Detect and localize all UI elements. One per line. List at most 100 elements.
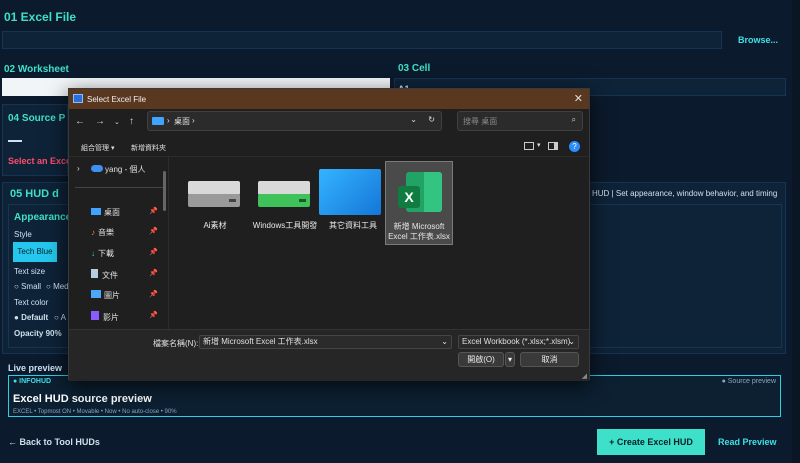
refresh-icon[interactable]: ↻ (428, 115, 435, 124)
filename-input[interactable]: 新增 Microsoft Excel 工作表.xlsx ⌄ (199, 335, 452, 349)
nav-item-label: 文件 (102, 271, 118, 280)
view-options-icon[interactable] (524, 142, 534, 150)
pin-icon: 📌 (149, 291, 158, 298)
style-tech-blue-button[interactable]: Tech Blue (13, 242, 57, 262)
file-item-label: Windows工具開發 (252, 221, 318, 230)
breadcrumb-separator-icon: › (192, 116, 195, 125)
hud-hint: HUD | Set appearance, window behavior, a… (592, 189, 778, 198)
file-type-select[interactable]: Excel Workbook (*.xlsx;*.xlsm) ⌄ (458, 335, 579, 349)
dialog-title: Select Excel File (87, 95, 147, 104)
radio-icon: ○ (46, 282, 54, 291)
text-size-label: Text size (14, 267, 46, 276)
help-icon[interactable]: ? (569, 141, 580, 152)
dropdown-arrow-icon: ▾ (507, 355, 512, 364)
drive-icon (258, 181, 310, 207)
new-folder-button[interactable]: 新增資料夾 (131, 143, 166, 153)
nav-item-pictures[interactable]: 圖片 (91, 290, 120, 301)
color-a-radio[interactable]: ○ A (54, 313, 66, 322)
nav-item-label: 影片 (103, 313, 119, 322)
excel-file-path-field[interactable] (2, 31, 722, 49)
drive-icon (188, 181, 240, 207)
color-default-radio[interactable]: ● Default (14, 313, 48, 322)
excel-icon: X (398, 172, 442, 214)
nav-divider (75, 187, 163, 188)
file-item-label: 新增 Microsoft Excel 工作表.xlsx (388, 222, 450, 241)
back-arrow-icon[interactable]: ← (75, 116, 85, 127)
chevron-down-icon[interactable]: ⌄ (568, 336, 575, 348)
select-excel-warning: Select an Excel (8, 156, 74, 166)
nav-item-label: 桌面 (104, 208, 120, 217)
search-icon: ⌕ (571, 115, 576, 124)
read-preview-button[interactable]: Read Preview (718, 437, 777, 447)
radio-checked-icon: ● (14, 313, 22, 322)
open-button-label: 開啟(O) (467, 355, 495, 364)
address-dropdown-icon[interactable]: ⌄ (410, 115, 417, 124)
preview-title: Excel HUD source preview (13, 393, 152, 405)
file-item-other-tools[interactable]: 其它資料工具 (319, 161, 387, 245)
open-dropdown-button[interactable]: ▾ (505, 352, 515, 367)
folder-thumbnail-icon (319, 169, 381, 215)
file-item-windows-tools[interactable]: Windows工具開發 (251, 161, 319, 245)
size-med-label: Med (53, 282, 69, 291)
pin-icon: 📌 (149, 312, 158, 319)
size-small-radio[interactable]: ○ Small (14, 282, 41, 291)
up-arrow-icon[interactable]: ↑ (129, 116, 134, 127)
file-type-value: Excel Workbook (*.xlsx;*.xlsm) (462, 337, 571, 346)
pin-icon: 📌 (149, 208, 158, 215)
breadcrumb-separator-icon: › (167, 116, 170, 125)
nav-item-desktop[interactable]: 桌面 (91, 207, 120, 218)
back-to-tool-huds-button[interactable]: ← Back to Tool HUDs (8, 437, 100, 447)
infohud-tag: ● INFOHUD (13, 378, 52, 385)
music-icon: ♪ (91, 228, 95, 237)
nav-item-downloads[interactable]: ↓ 下載 (91, 248, 114, 259)
breadcrumb-desktop[interactable]: 桌面 (174, 116, 190, 127)
file-item-ai-folder[interactable]: Ai素材 (181, 161, 249, 245)
dialog-title-bar: Select Excel File ✕ (69, 89, 589, 109)
dialog-toolbar: 組合管理 ▾ 新增資料夾 ▾ ? (69, 137, 589, 157)
browse-button[interactable]: Browse... (738, 35, 778, 45)
live-preview-box: ● INFOHUD ● Source preview Excel HUD sou… (8, 375, 781, 417)
search-input[interactable]: 搜尋 桌面 ⌕ (457, 111, 583, 131)
close-icon[interactable]: ✕ (574, 92, 583, 105)
select-excel-file-dialog: Select Excel File ✕ ← → ⌄ ↑ › 桌面 › ⌄ ↻ 搜… (68, 88, 590, 381)
organize-menu[interactable]: 組合管理 ▾ (81, 143, 114, 153)
chevron-down-icon[interactable]: ⌄ (114, 118, 120, 126)
file-item-excel-workbook-selected[interactable]: X 新增 Microsoft Excel 工作表.xlsx (385, 161, 453, 245)
nav-item-music[interactable]: ♪ 音樂 (91, 227, 114, 238)
source-preview-tag: ● Source preview (721, 378, 776, 385)
nav-item-label: 下載 (98, 249, 114, 258)
cancel-button[interactable]: 取消 (520, 352, 579, 367)
chevron-down-icon[interactable]: ⌄ (441, 336, 448, 348)
radio-icon: ○ (54, 313, 61, 322)
scrollbar[interactable] (792, 0, 800, 463)
section-worksheet: 02 Worksheet (4, 64, 69, 75)
file-item-label: Ai素材 (203, 221, 227, 230)
dialog-app-icon (73, 94, 83, 103)
preview-pane-icon[interactable] (548, 142, 558, 150)
resize-grip-icon[interactable]: ◢ (582, 372, 587, 380)
nav-scrollbar[interactable] (163, 171, 166, 211)
onedrive-cloud-icon (91, 165, 103, 172)
open-button[interactable]: 開啟(O) (458, 352, 504, 367)
live-preview-label: Live preview (8, 363, 63, 373)
address-bar[interactable]: › 桌面 › ⌄ ↻ (147, 111, 442, 131)
nav-item-documents[interactable]: 文件 (91, 269, 118, 281)
create-excel-hud-button[interactable]: + Create Excel HUD (597, 429, 705, 455)
dialog-bottom-bar: 檔案名稱(N): 新增 Microsoft Excel 工作表.xlsx ⌄ E… (69, 329, 589, 381)
appearance-title: Appearance (14, 212, 72, 223)
source-dash (8, 140, 22, 142)
nav-item-videos[interactable]: 影片 (91, 311, 119, 323)
view-dropdown-icon[interactable]: ▾ (537, 141, 541, 149)
document-icon (91, 269, 98, 278)
nav-item-label: 音樂 (98, 228, 114, 237)
expand-icon[interactable]: › (77, 164, 80, 173)
tree-root-onedrive[interactable]: yang - 個人 (105, 164, 145, 175)
style-label: Style (14, 230, 32, 239)
pin-icon: 📌 (149, 270, 158, 277)
pin-icon: 📌 (149, 228, 158, 235)
size-med-radio[interactable]: ○ Med (46, 282, 69, 291)
radio-icon: ○ (14, 282, 22, 291)
desktop-icon (91, 208, 101, 215)
forward-arrow-icon[interactable]: → (95, 116, 105, 127)
file-item-label: 其它資料工具 (329, 221, 377, 230)
